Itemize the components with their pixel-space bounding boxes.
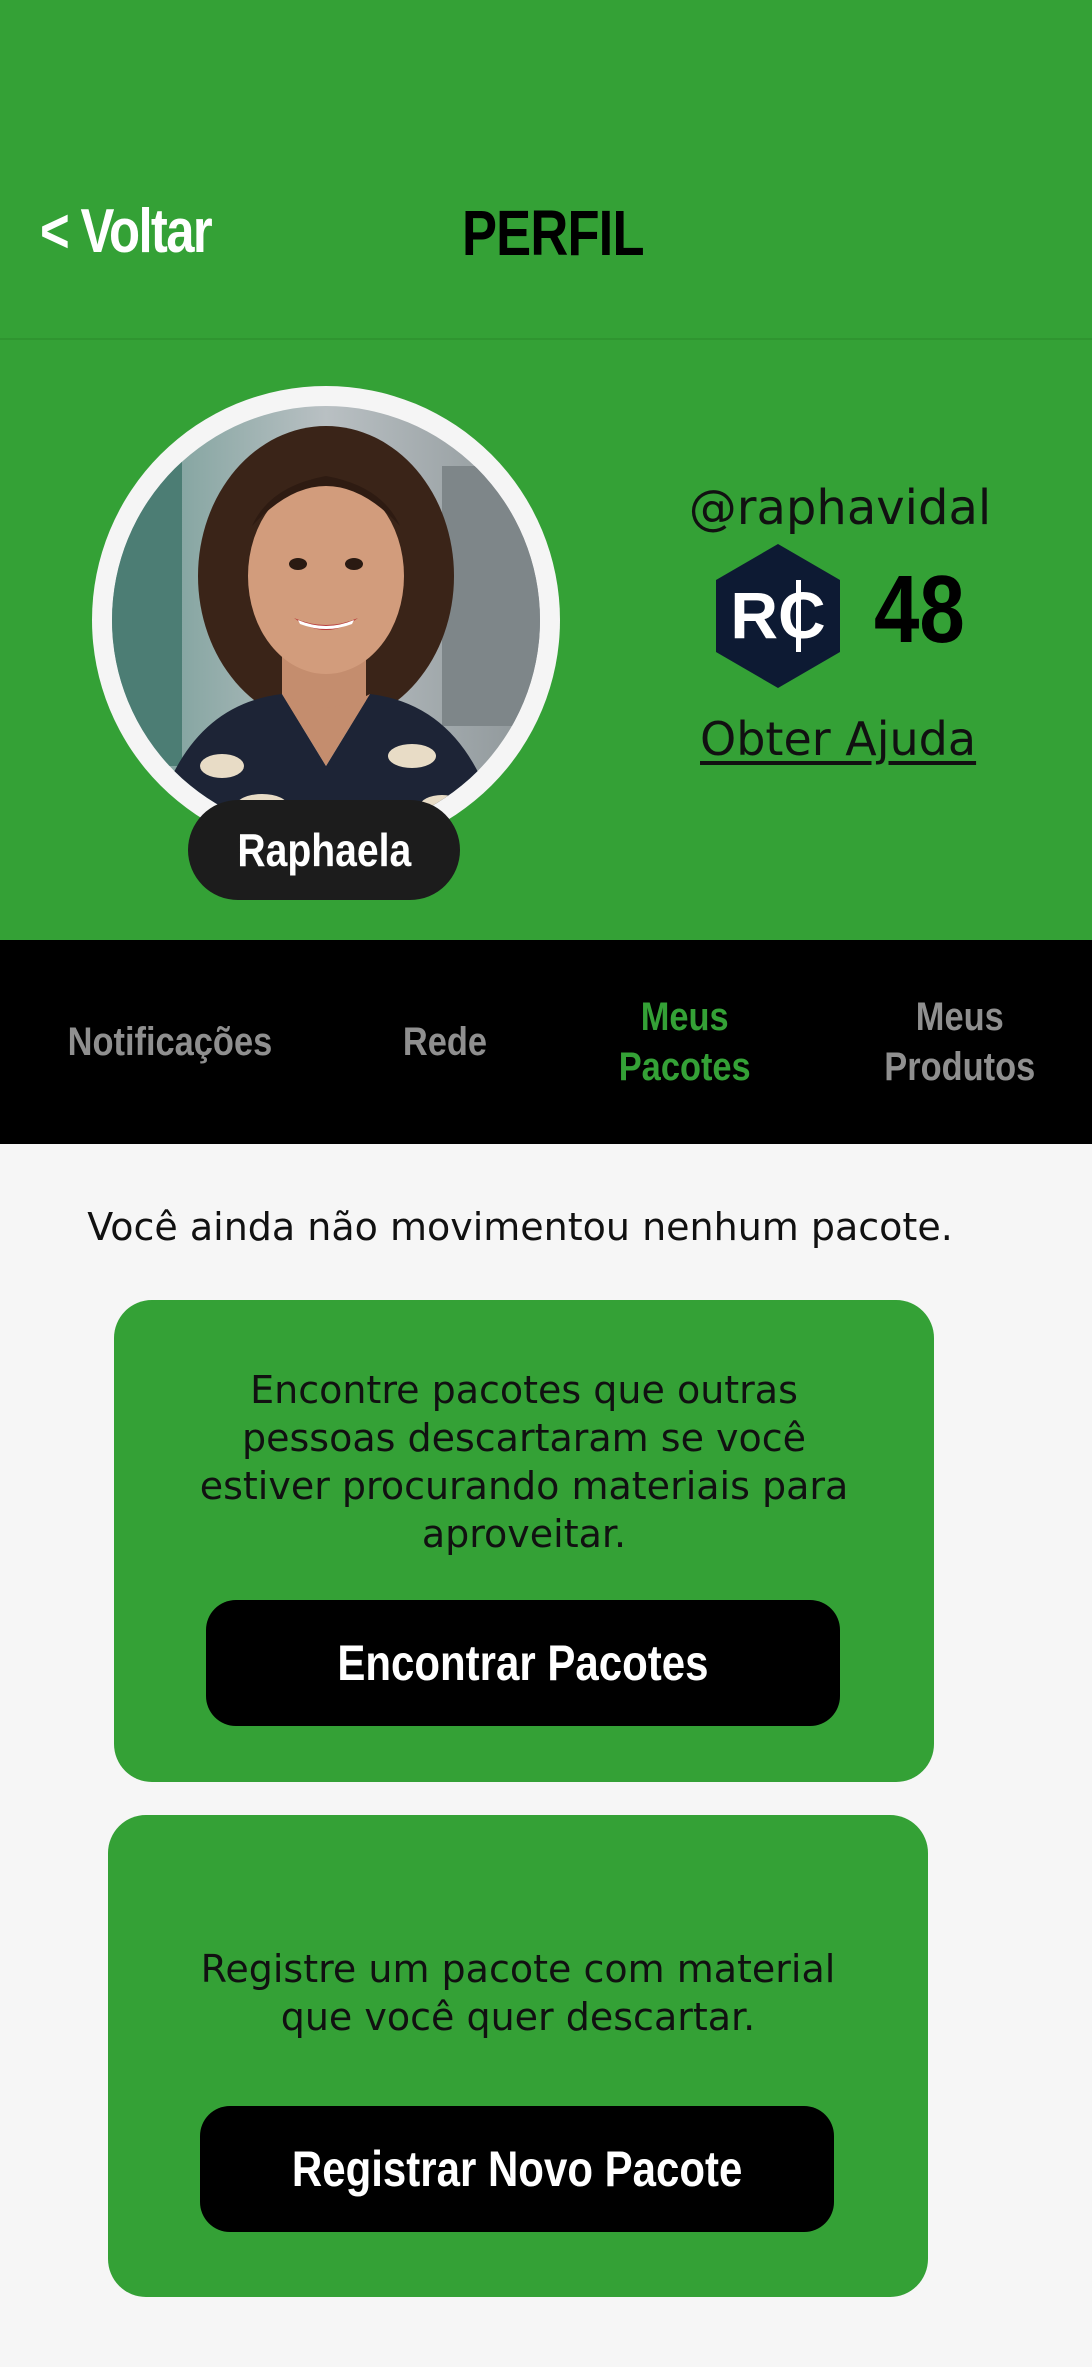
username: @raphavidal <box>688 480 992 536</box>
rc-coin-icon: RC <box>716 544 840 688</box>
page-title: PERFIL <box>462 197 644 269</box>
avatar-photo <box>112 406 540 834</box>
register-package-card: Registre um pacote com material que você… <box>108 1815 928 2297</box>
find-packages-card: Encontre pacotes que outras pessoas desc… <box>114 1300 934 1782</box>
back-button[interactable]: < Voltar <box>40 196 213 267</box>
tab-label: Notificações <box>67 1020 273 1064</box>
coin-count: 48 <box>874 556 965 663</box>
button-label: Encontrar Pacotes <box>337 1635 709 1691</box>
help-link[interactable]: Obter Ajuda <box>700 712 976 766</box>
avatar <box>112 406 540 834</box>
profile-tabs: Notificações Rede Meus Pacotes Meus Prod… <box>0 940 1092 1144</box>
find-packages-button[interactable]: Encontrar Pacotes <box>206 1600 840 1726</box>
top-bar: < Voltar PERFIL <box>0 0 1092 340</box>
name-badge: Raphaela <box>188 800 460 900</box>
tab-label: Meus Pacotes <box>619 995 751 1089</box>
tab-my-packages[interactable]: Meus Pacotes <box>580 940 790 1144</box>
tab-network[interactable]: Rede <box>360 940 530 1144</box>
tab-label: Meus Produtos <box>884 995 1036 1089</box>
coin-label: RC <box>730 578 825 652</box>
register-package-button[interactable]: Registrar Novo Pacote <box>200 2106 834 2232</box>
avatar-ring <box>92 386 560 854</box>
find-packages-description: Encontre pacotes que outras pessoas desc… <box>199 1368 849 1556</box>
tab-label: Rede <box>402 1020 488 1064</box>
button-label: Registrar Novo Pacote <box>291 2141 743 2197</box>
profile-section: Raphaela @raphavidal RC 48 Obter Ajuda <box>0 340 1092 940</box>
register-package-description: Registre um pacote com material que você… <box>200 1947 836 2039</box>
tab-notifications[interactable]: Notificações <box>30 940 310 1144</box>
empty-packages-message: Você ainda não movimentou nenhum pacote. <box>87 1205 953 1249</box>
profile-name: Raphaela <box>237 824 411 876</box>
tab-my-products[interactable]: Meus Produtos <box>840 940 1080 1144</box>
